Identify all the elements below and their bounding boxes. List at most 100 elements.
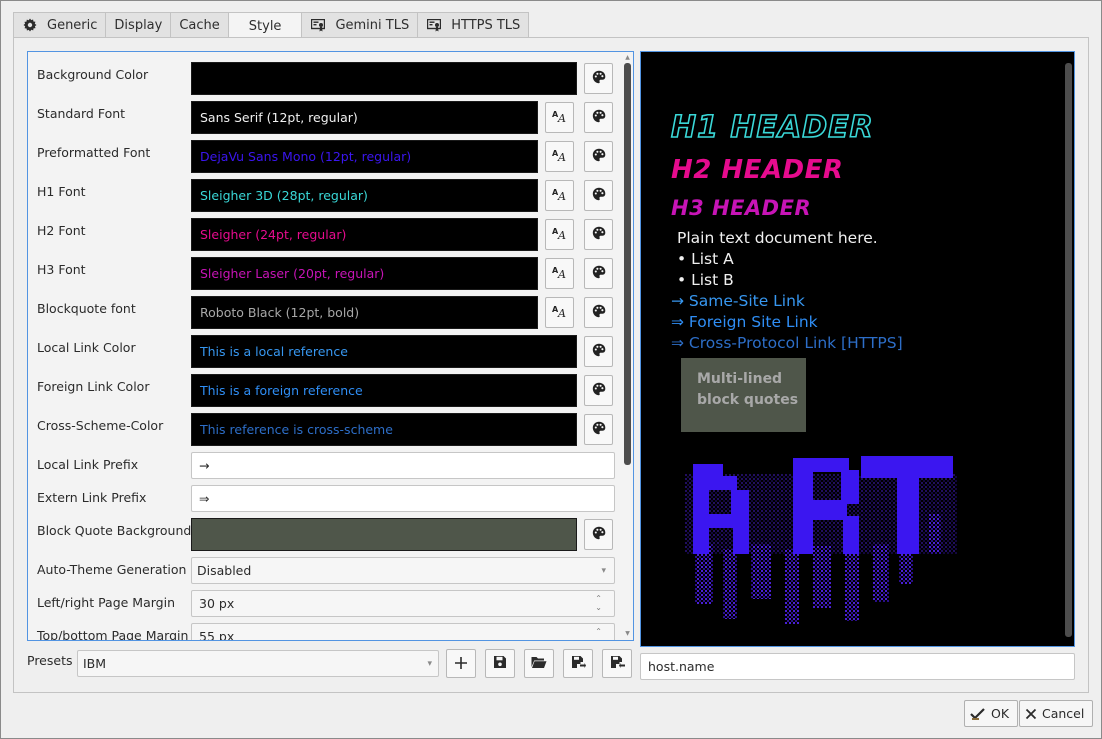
palette-icon xyxy=(592,304,606,321)
preview-ascii-art xyxy=(685,454,957,635)
palette-icon xyxy=(592,265,606,282)
scrollbar-thumb[interactable] xyxy=(1065,63,1072,637)
add-preset-button[interactable] xyxy=(446,649,476,678)
tab-cache-label: Cache xyxy=(179,17,220,33)
svg-text:A: A xyxy=(557,151,566,162)
local-link-color-button[interactable] xyxy=(584,336,613,367)
block-quote-background-swatch xyxy=(191,518,577,551)
svg-text:A: A xyxy=(557,112,566,123)
h1-font-select-button[interactable]: AA xyxy=(545,180,574,211)
preformatted-font-select-button[interactable]: AA xyxy=(545,141,574,172)
scrollbar-thumb[interactable] xyxy=(624,63,631,465)
style-preview-panel: H1 HEADER H2 HEADER H3 HEADER Plain text… xyxy=(640,51,1075,647)
auto-theme-select[interactable]: Disabled ▾ xyxy=(191,557,615,584)
svg-text:A: A xyxy=(557,190,566,201)
svg-text:A: A xyxy=(557,229,566,240)
extern-link-prefix-label: Extern Link Prefix xyxy=(37,490,147,505)
h3-font-preview: Sleigher Laser (20pt, regular) xyxy=(191,257,538,290)
preformatted-font-color-button[interactable] xyxy=(584,141,613,172)
spin-arrows-icon[interactable]: ⌃ ⌄ xyxy=(595,627,602,640)
font-select-icon: AA xyxy=(552,304,568,321)
preformatted-font-preview: DejaVu Sans Mono (12pt, regular) xyxy=(191,140,538,173)
tb-margin-spinbox[interactable]: 55 px ⌃ ⌄ xyxy=(191,623,615,640)
import-preset-button[interactable] xyxy=(563,649,593,678)
extern-link-prefix-input[interactable]: ⇒ xyxy=(191,485,615,512)
foreign-link-color-label: Foreign Link Color xyxy=(37,379,150,394)
preview-blockquote-line1: Multi-lined xyxy=(697,371,783,387)
tab-style[interactable]: Style xyxy=(227,12,302,39)
save-preset-button[interactable] xyxy=(485,649,515,678)
standard-font-color-button[interactable] xyxy=(584,102,613,133)
palette-icon xyxy=(592,526,606,543)
ok-button[interactable]: OK xyxy=(964,700,1019,727)
font-select-icon: AA xyxy=(552,148,568,165)
cross-scheme-color-preview: This reference is cross-scheme xyxy=(191,413,577,446)
preview-plain-text: Plain text document here. xyxy=(677,229,878,247)
h3-font-color-button[interactable] xyxy=(584,258,613,289)
presets-select[interactable]: IBM ▾ xyxy=(77,650,439,677)
foreign-link-color-preview: This is a foreign reference xyxy=(191,374,577,407)
checkmark-icon xyxy=(970,707,986,721)
tab-cache[interactable]: Cache xyxy=(170,12,228,38)
export-icon xyxy=(610,654,625,674)
h2-font-color-button[interactable] xyxy=(584,219,613,250)
tab-display[interactable]: Display xyxy=(105,12,171,38)
preview-h3: H3 HEADER xyxy=(671,196,812,220)
tab-https-tls-label: HTTPS TLS xyxy=(451,17,521,33)
palette-icon xyxy=(592,148,606,165)
standard-font-select-button[interactable]: AA xyxy=(545,102,574,133)
h3-font-label: H3 Font xyxy=(37,262,86,277)
preview-h2: H2 HEADER xyxy=(671,155,844,185)
export-preset-button[interactable] xyxy=(602,649,632,678)
cancel-button[interactable]: Cancel xyxy=(1019,700,1094,727)
cross-scheme-color-button[interactable] xyxy=(584,414,613,445)
preview-foreign-site-link[interactable]: ⇒ Foreign Site Link xyxy=(671,313,818,331)
h3-font-select-button[interactable]: AA xyxy=(545,258,574,289)
background-color-pick-button[interactable] xyxy=(584,63,613,94)
preview-h1: H1 HEADER xyxy=(670,109,874,146)
local-link-prefix-label: Local Link Prefix xyxy=(37,457,139,472)
settings-scrollbar[interactable]: ▲ ▼ xyxy=(624,55,631,637)
h1-font-label: H1 Font xyxy=(37,184,86,199)
cancel-label: Cancel xyxy=(1042,706,1085,721)
preview-same-site-link[interactable]: → Same-Site Link xyxy=(671,292,805,310)
palette-icon xyxy=(592,187,606,204)
h2-font-select-button[interactable]: AA xyxy=(545,219,574,250)
local-link-color-preview: This is a local reference xyxy=(191,335,577,368)
import-icon xyxy=(571,654,586,674)
tab-display-label: Display xyxy=(114,17,163,33)
preview-host-input[interactable]: host.name xyxy=(640,653,1075,680)
preformatted-font-label: Preformatted Font xyxy=(37,145,151,160)
background-color-swatch xyxy=(191,62,577,95)
foreign-link-color-button[interactable] xyxy=(584,375,613,406)
open-preset-button[interactable] xyxy=(524,649,554,678)
local-link-color-label: Local Link Color xyxy=(37,340,136,355)
svg-text:A: A xyxy=(557,307,566,318)
preview-cross-protocol-link[interactable]: ⇒ Cross-Protocol Link [HTTPS] xyxy=(671,334,903,352)
tab-gemini-tls[interactable]: Gemini TLS xyxy=(301,12,418,38)
plus-icon xyxy=(455,654,467,674)
block-quote-background-color-button[interactable] xyxy=(584,519,613,550)
preview-scrollbar[interactable] xyxy=(1065,55,1072,643)
scroll-up-icon[interactable]: ▲ xyxy=(624,55,631,61)
h2-font-preview: Sleigher (24pt, regular) xyxy=(191,218,538,251)
cross-scheme-color-label: Cross-Scheme-Color xyxy=(37,418,164,433)
blockquote-font-color-button[interactable] xyxy=(584,297,613,328)
local-link-prefix-input[interactable]: → xyxy=(191,452,615,479)
auto-theme-label: Auto-Theme Generation xyxy=(37,562,187,577)
blockquote-font-select-button[interactable]: AA xyxy=(545,297,574,328)
tab-generic[interactable]: Generic xyxy=(13,12,106,38)
svg-text:A: A xyxy=(557,268,566,279)
h2-font-label: H2 Font xyxy=(37,223,86,238)
spin-arrows-icon[interactable]: ⌃ ⌄ xyxy=(595,594,602,612)
scroll-down-icon[interactable]: ▼ xyxy=(624,631,631,637)
lr-margin-spinbox[interactable]: 30 px ⌃ ⌄ xyxy=(191,590,615,617)
certificate-icon xyxy=(310,17,326,33)
tab-https-tls[interactable]: HTTPS TLS xyxy=(417,12,530,38)
preview-blockquote-line2: block quotes xyxy=(697,392,799,408)
h1-font-color-button[interactable] xyxy=(584,180,613,211)
save-icon xyxy=(493,654,507,674)
standard-font-label: Standard Font xyxy=(37,106,126,121)
tab-style-label: Style xyxy=(248,18,282,34)
folder-open-icon xyxy=(531,654,547,674)
